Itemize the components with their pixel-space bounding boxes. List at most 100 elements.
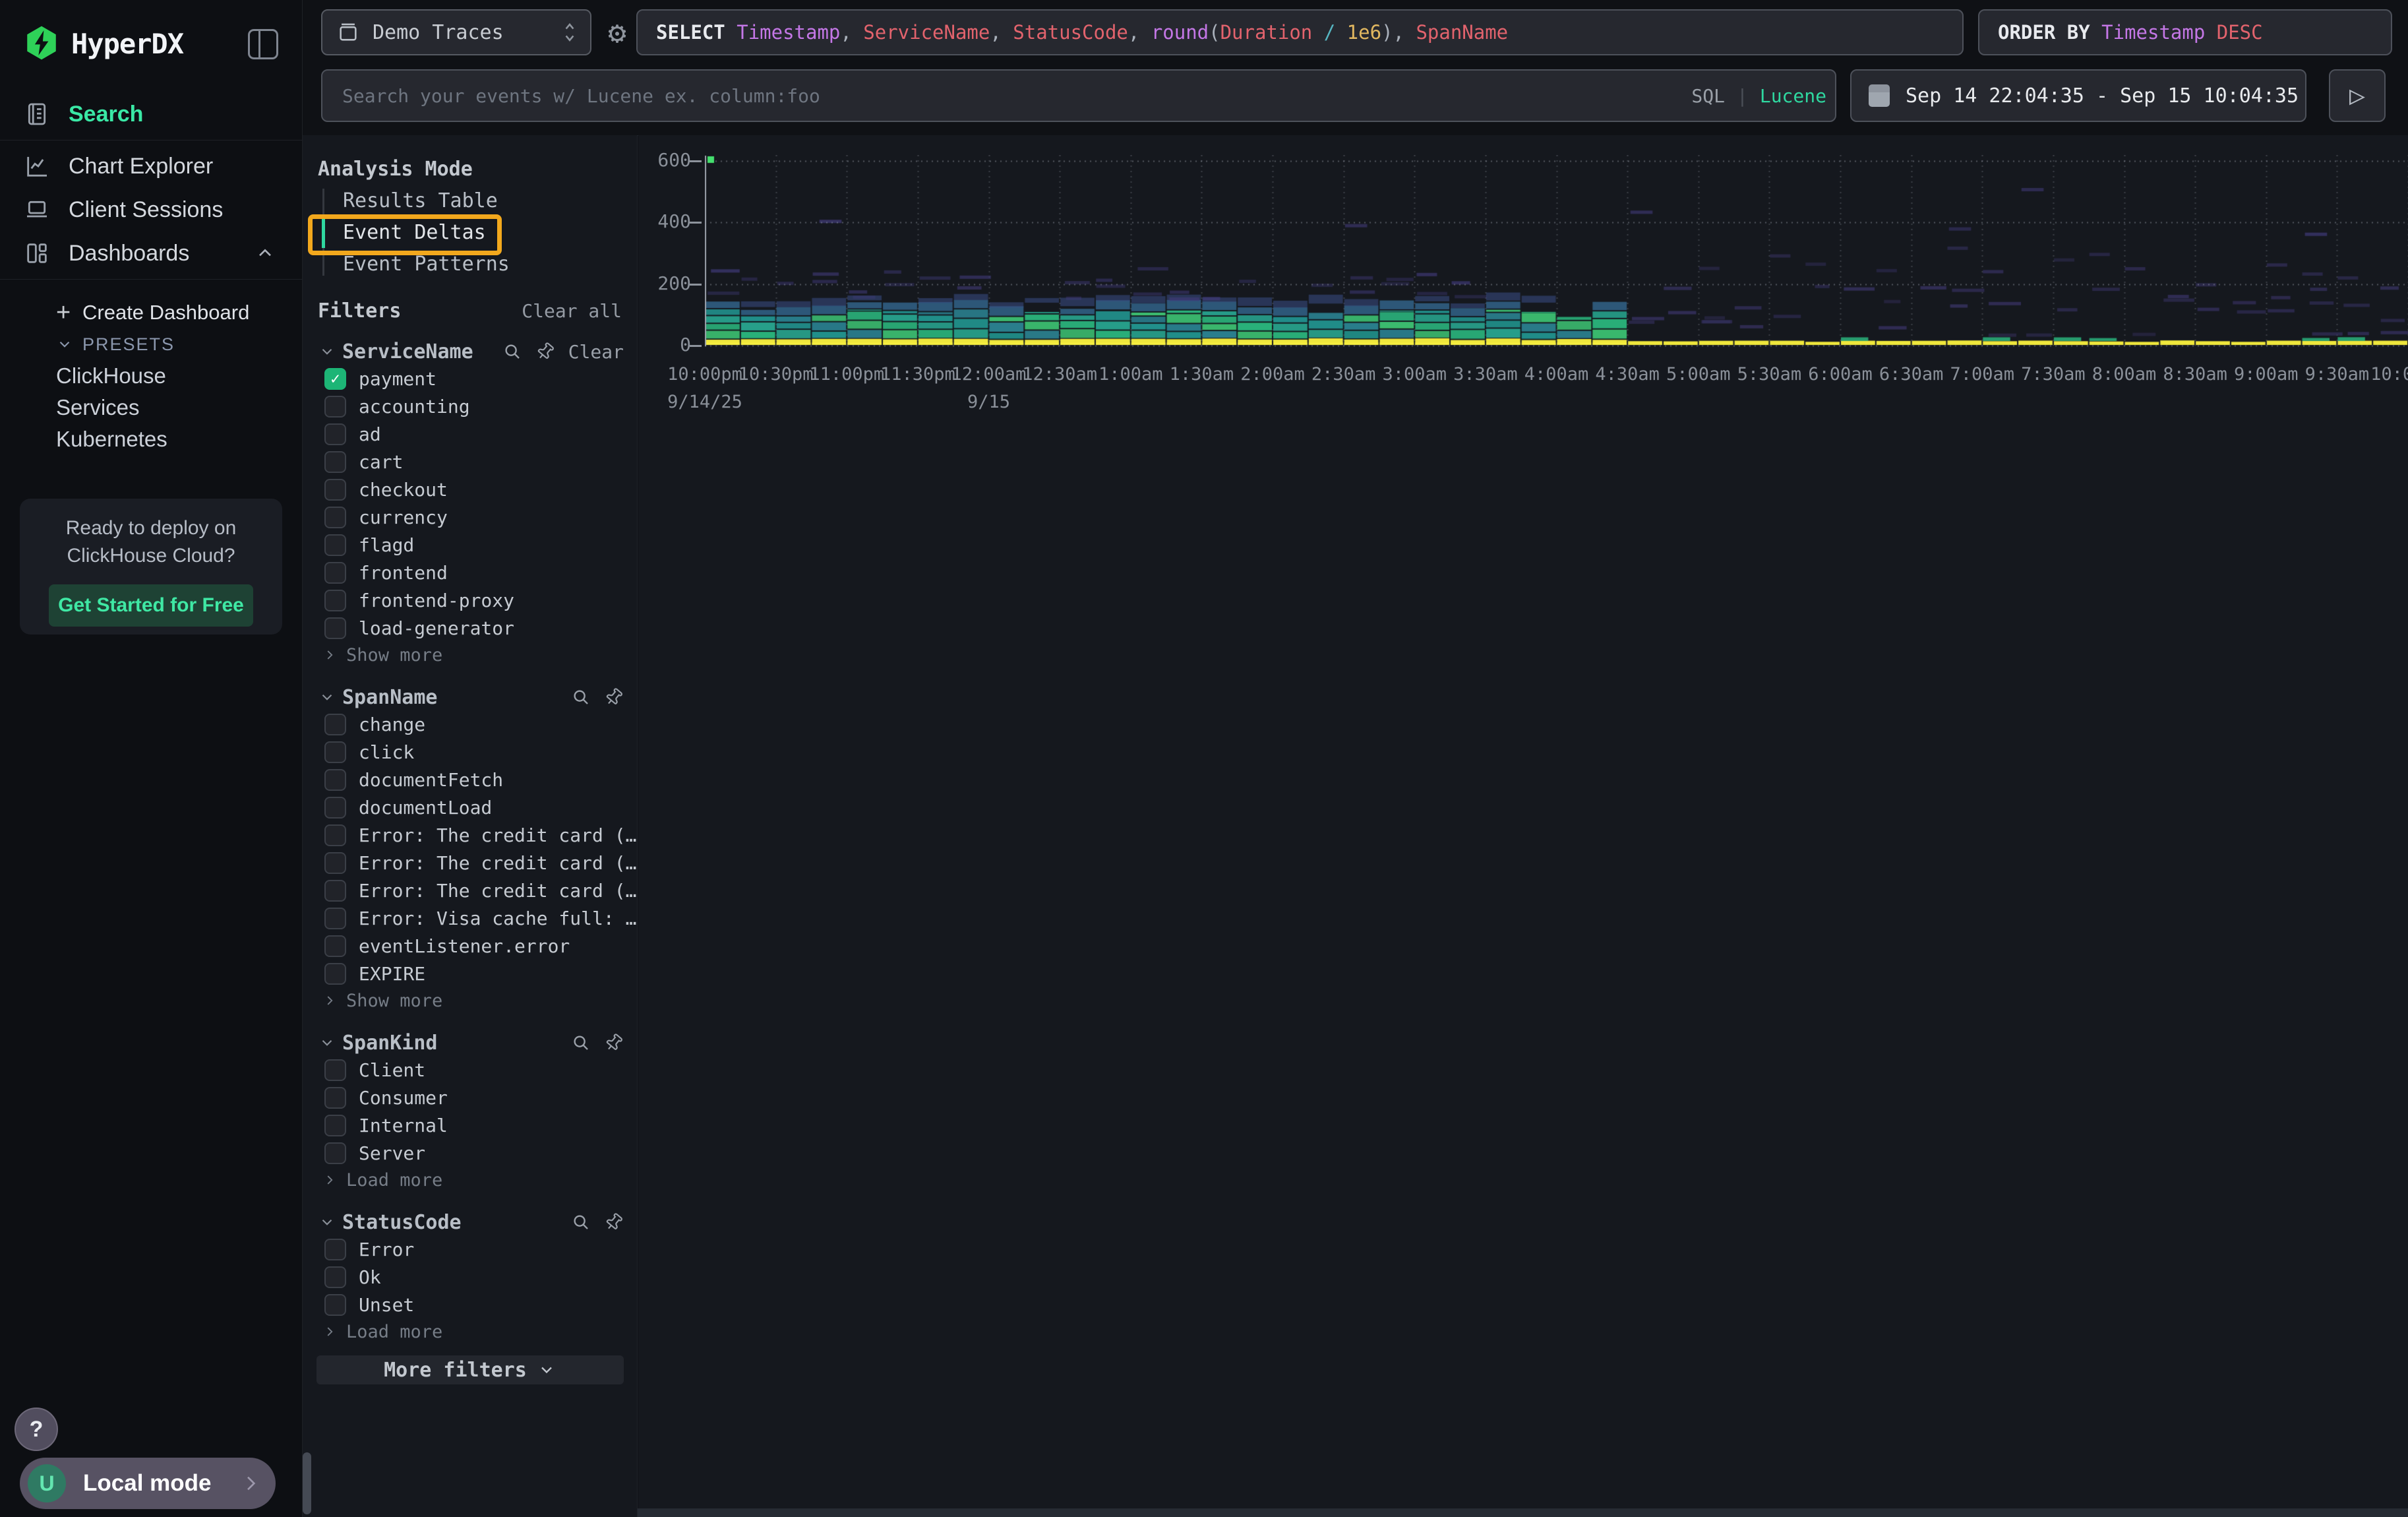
filter-group-header-statuscode[interactable]: StatusCode [303,1209,637,1235]
filter-option-row[interactable]: Internal [303,1111,637,1139]
checkbox-unchecked[interactable] [324,451,346,473]
load-more-link[interactable]: Show more [303,642,637,668]
filter-option-row[interactable]: flagd [303,531,637,559]
checkbox-unchecked[interactable] [324,562,346,584]
filter-option-row[interactable]: Unset [303,1291,637,1318]
sidebar-item-search[interactable]: Search [0,92,302,136]
filter-option-row[interactable]: Error: The credit card (… [303,849,637,877]
query-language-toggle[interactable]: SQL | Lucene [1662,69,1826,122]
sidebar-item-client-sessions[interactable]: Client Sessions [0,188,302,232]
source-settings-gear-icon[interactable]: ⚙ [599,9,636,55]
filter-option-row[interactable]: Error [303,1235,637,1263]
checkbox-unchecked[interactable] [324,534,346,556]
filter-group-header-servicename[interactable]: ServiceNameClear [303,338,637,365]
checkbox-unchecked[interactable] [324,590,346,611]
filter-group-header-spanname[interactable]: SpanName [303,684,637,710]
mode-sql[interactable]: SQL [1691,85,1725,107]
search-icon[interactable] [571,1033,591,1053]
checkbox-unchecked[interactable] [324,479,346,501]
run-query-button[interactable]: ▷ [2329,69,2386,122]
analysis-mode-results-table[interactable]: Results Table [303,185,637,216]
filter-option-row[interactable]: Consumer [303,1084,637,1111]
clear-all-filters-link[interactable]: Clear all [522,300,622,322]
checkbox-unchecked[interactable] [324,396,346,418]
pin-icon[interactable] [604,1033,624,1053]
pin-icon[interactable] [535,342,555,361]
more-filters-button[interactable]: More filters [316,1355,624,1384]
filter-option-row[interactable]: frontend [303,559,637,586]
search-input[interactable] [321,69,1836,122]
help-button[interactable]: ? [15,1408,58,1451]
checkbox-unchecked[interactable] [324,908,346,929]
sidebar-item-dashboards[interactable]: Dashboards [0,232,302,275]
checkbox-unchecked[interactable] [324,1266,346,1288]
source-select[interactable]: Demo Traces [321,9,591,55]
time-range-picker[interactable]: Sep 14 22:04:35 - Sep 15 10:04:35 [1850,69,2306,122]
checkbox-unchecked[interactable] [324,423,346,445]
filter-option-row[interactable]: Error: Visa cache full: … [303,904,637,932]
checkbox-unchecked[interactable] [324,1142,346,1164]
checkbox-unchecked[interactable] [324,1294,346,1316]
filter-option-row[interactable]: accounting [303,392,637,420]
filter-option-row[interactable]: Ok [303,1263,637,1291]
checkbox-unchecked[interactable] [324,741,346,763]
preset-item-services[interactable]: Services [0,392,302,423]
filter-group-header-spankind[interactable]: SpanKind [303,1030,637,1056]
horizontal-scrollbar[interactable] [638,1508,2408,1517]
preset-item-clickhouse[interactable]: ClickHouse [0,360,302,392]
load-more-link[interactable]: Load more [303,1167,637,1193]
hyperdx-logo-icon[interactable] [22,24,61,62]
filter-option-row[interactable]: click [303,738,637,766]
pin-icon[interactable] [604,1212,624,1232]
clear-filter-link[interactable]: Clear [568,341,624,363]
sidebar-item-chart-explorer[interactable]: Chart Explorer [0,144,302,188]
filter-option-row[interactable]: change [303,710,637,738]
filter-option-row[interactable]: EXPIRE [303,960,637,987]
select-columns-input[interactable]: SELECT Timestamp, ServiceName, StatusCod… [636,9,1964,55]
filter-option-row[interactable]: Error: The credit card (… [303,821,637,849]
checkbox-unchecked[interactable] [324,935,346,957]
checkbox-unchecked[interactable] [324,1239,346,1260]
collapse-sidebar-icon[interactable] [248,29,278,59]
filter-option-row[interactable]: frontend-proxy [303,586,637,614]
checkbox-unchecked[interactable] [324,507,346,528]
mode-lucene-active[interactable]: Lucene [1760,85,1826,107]
checkbox-unchecked[interactable] [324,617,346,639]
filter-option-row[interactable]: documentFetch [303,766,637,793]
checkbox-unchecked[interactable] [324,1115,346,1136]
get-started-button[interactable]: Get Started for Free [49,584,253,627]
preset-item-kubernetes[interactable]: Kubernetes [0,423,302,455]
search-icon[interactable] [502,342,522,361]
checkbox-unchecked[interactable] [324,1087,346,1109]
checkbox-unchecked[interactable] [324,714,346,735]
duration-heatmap[interactable] [705,155,2408,348]
search-icon[interactable] [571,687,591,707]
filter-option-row[interactable]: eventListener.error [303,932,637,960]
checkbox-unchecked[interactable] [324,824,346,846]
checkbox-unchecked[interactable] [324,963,346,985]
filter-option-row[interactable]: ad [303,420,637,448]
load-more-link[interactable]: Load more [303,1318,637,1345]
pin-icon[interactable] [604,687,624,707]
create-dashboard-item[interactable]: +Create Dashboard [0,297,302,328]
filter-option-row[interactable]: currency [303,503,637,531]
filter-option-row[interactable]: Error: The credit card (… [303,877,637,904]
checkbox-unchecked[interactable] [324,797,346,819]
checkbox-unchecked[interactable] [324,769,346,791]
filter-option-row[interactable]: cart [303,448,637,476]
checkbox-checked[interactable]: ✓ [324,368,346,390]
filter-option-row[interactable]: Client [303,1056,637,1084]
user-menu[interactable]: U Local mode [20,1458,276,1509]
search-icon[interactable] [571,1212,591,1232]
filter-option-row[interactable]: load-generator [303,614,637,642]
checkbox-unchecked[interactable] [324,1059,346,1081]
checkbox-unchecked[interactable] [324,880,346,902]
filter-option-row[interactable]: documentLoad [303,793,637,821]
presets-header[interactable]: PRESETS [0,328,302,360]
filter-option-row[interactable]: ✓payment [303,365,637,392]
filter-option-row[interactable]: checkout [303,476,637,503]
load-more-link[interactable]: Show more [303,987,637,1014]
panel-scrollbar-thumb[interactable] [303,1452,311,1514]
order-by-input[interactable]: ORDER BY Timestamp DESC [1978,9,2392,55]
filter-option-row[interactable]: Server [303,1139,637,1167]
